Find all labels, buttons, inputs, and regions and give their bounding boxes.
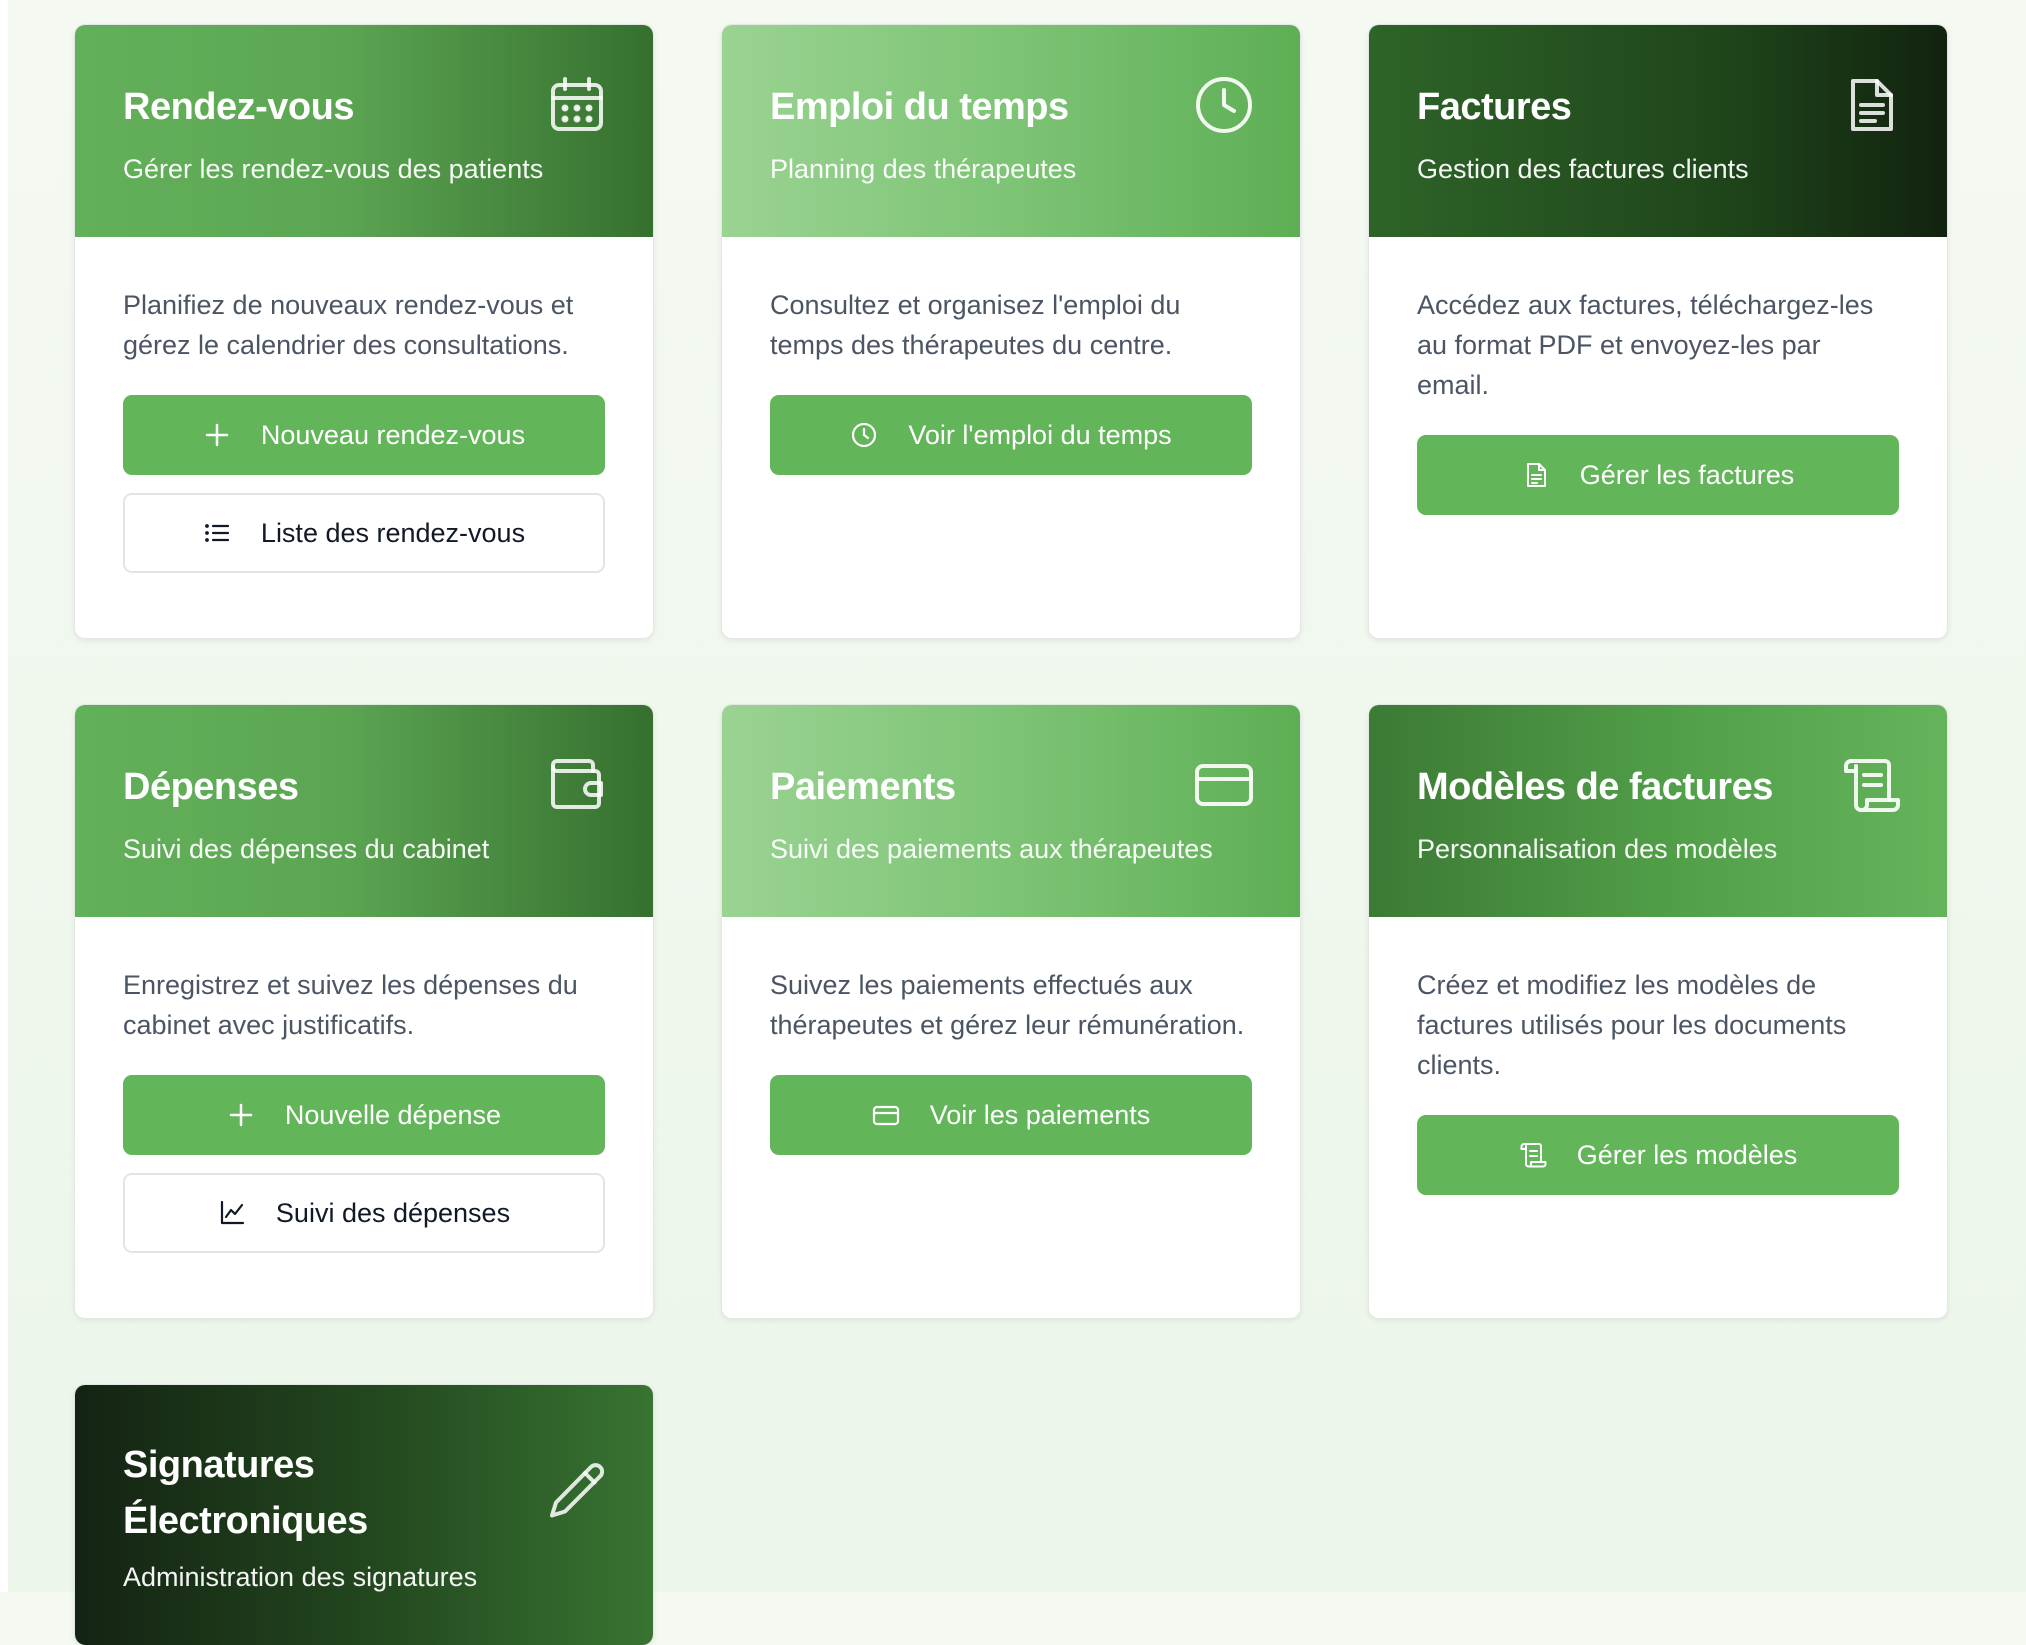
card-depenses: Dépenses Suivi des dépenses du cabinet E… — [74, 704, 654, 1319]
manage-invoices-button[interactable]: Gérer les factures — [1417, 435, 1899, 515]
card-description: Enregistrez et suivez les dépenses du ca… — [123, 970, 578, 1040]
credit-card-icon — [1194, 755, 1254, 815]
card-subtitle: Suivi des paiements aux thérapeutes — [770, 834, 1213, 864]
card-header: Emploi du temps Planning des thérapeutes — [722, 25, 1300, 237]
left-edge — [0, 0, 8, 1592]
credit-card-icon — [872, 1105, 899, 1126]
document-icon — [1841, 75, 1901, 135]
card-header: Rendez-vous Gérer les rendez-vous des pa… — [75, 25, 653, 237]
pencil-icon — [547, 1461, 607, 1521]
list-icon — [205, 524, 230, 542]
view-payments-button[interactable]: Voir les paiements — [770, 1075, 1252, 1155]
card-rendez-vous: Rendez-vous Gérer les rendez-vous des pa… — [74, 24, 654, 639]
card-header: Factures Gestion des factures clients — [1369, 25, 1947, 237]
card-title: Signatures Électroniques — [123, 1444, 368, 1542]
button-label: Gérer les modèles — [1576, 1139, 1798, 1170]
card-subtitle: Suivi des dépenses du cabinet — [123, 834, 490, 864]
card-header: Signatures Électroniques Administration … — [75, 1385, 653, 1645]
scroll-icon — [1841, 755, 1901, 815]
calendar-icon — [547, 75, 607, 135]
card-title: Factures — [1417, 86, 1572, 128]
card-title: Modèles de factures — [1417, 766, 1773, 808]
card-description: Planifiez de nouveaux rendez-vous et gér… — [123, 290, 574, 360]
view-schedule-button[interactable]: Voir l'emploi du temps — [770, 395, 1252, 475]
scroll-icon — [1520, 1143, 1547, 1168]
new-expense-button[interactable]: Nouvelle dépense — [123, 1075, 605, 1155]
wallet-icon — [547, 755, 607, 815]
button-label: Gérer les factures — [1579, 459, 1795, 490]
plus-icon — [205, 423, 229, 447]
card-description: Accédez aux factures, téléchargez-les au… — [1417, 290, 1874, 400]
card-title: Paiements — [770, 766, 956, 808]
card-title: Emploi du temps — [770, 86, 1069, 128]
card-description: Suivez les paiements effectués aux théra… — [770, 970, 1245, 1040]
card-header: Modèles de factures Personnalisation des… — [1369, 705, 1947, 917]
card-factures: Factures Gestion des factures clients Ac… — [1368, 24, 1948, 639]
card-modeles-de-factures: Modèles de factures Personnalisation des… — [1368, 704, 1948, 1319]
chart-line-icon — [220, 1200, 245, 1225]
card-paiements: Paiements Suivi des paiements aux thérap… — [721, 704, 1301, 1319]
card-header: Paiements Suivi des paiements aux thérap… — [722, 705, 1300, 917]
button-label: Liste des rendez-vous — [260, 517, 526, 548]
card-description: Créez et modifiez les modèles de facture… — [1417, 970, 1847, 1080]
button-label: Nouveau rendez-vous — [260, 419, 526, 450]
plus-icon — [229, 1103, 253, 1127]
new-appointment-button[interactable]: Nouveau rendez-vous — [123, 395, 605, 475]
document-icon — [1526, 463, 1546, 487]
manage-templates-button[interactable]: Gérer les modèles — [1417, 1115, 1899, 1195]
card-emploi-du-temps: Emploi du temps Planning des thérapeutes… — [721, 24, 1301, 639]
card-subtitle: Planning des thérapeutes — [770, 154, 1077, 184]
appointment-list-button[interactable]: Liste des rendez-vous — [123, 493, 605, 573]
card-signatures-electroniques: Signatures Électroniques Administration … — [74, 1384, 654, 1645]
card-description: Consultez et organisez l'emploi du temps… — [770, 290, 1181, 360]
card-subtitle: Gestion des factures clients — [1417, 154, 1749, 184]
clock-icon — [852, 422, 877, 448]
card-subtitle: Personnalisation des modèles — [1417, 834, 1778, 864]
card-subtitle: Administration des signatures — [123, 1562, 478, 1592]
card-subtitle: Gérer les rendez-vous des patients — [123, 154, 544, 184]
button-label: Voir l'emploi du temps — [908, 419, 1172, 450]
card-title: Dépenses — [123, 766, 299, 808]
button-label: Voir les paiements — [929, 1099, 1151, 1130]
button-label: Suivi des dépenses — [275, 1197, 511, 1228]
button-label: Nouvelle dépense — [284, 1099, 502, 1130]
card-header: Dépenses Suivi des dépenses du cabinet — [75, 705, 653, 917]
clock-icon — [1194, 75, 1254, 135]
expense-tracking-button[interactable]: Suivi des dépenses — [123, 1173, 605, 1253]
card-title: Rendez-vous — [123, 86, 354, 128]
